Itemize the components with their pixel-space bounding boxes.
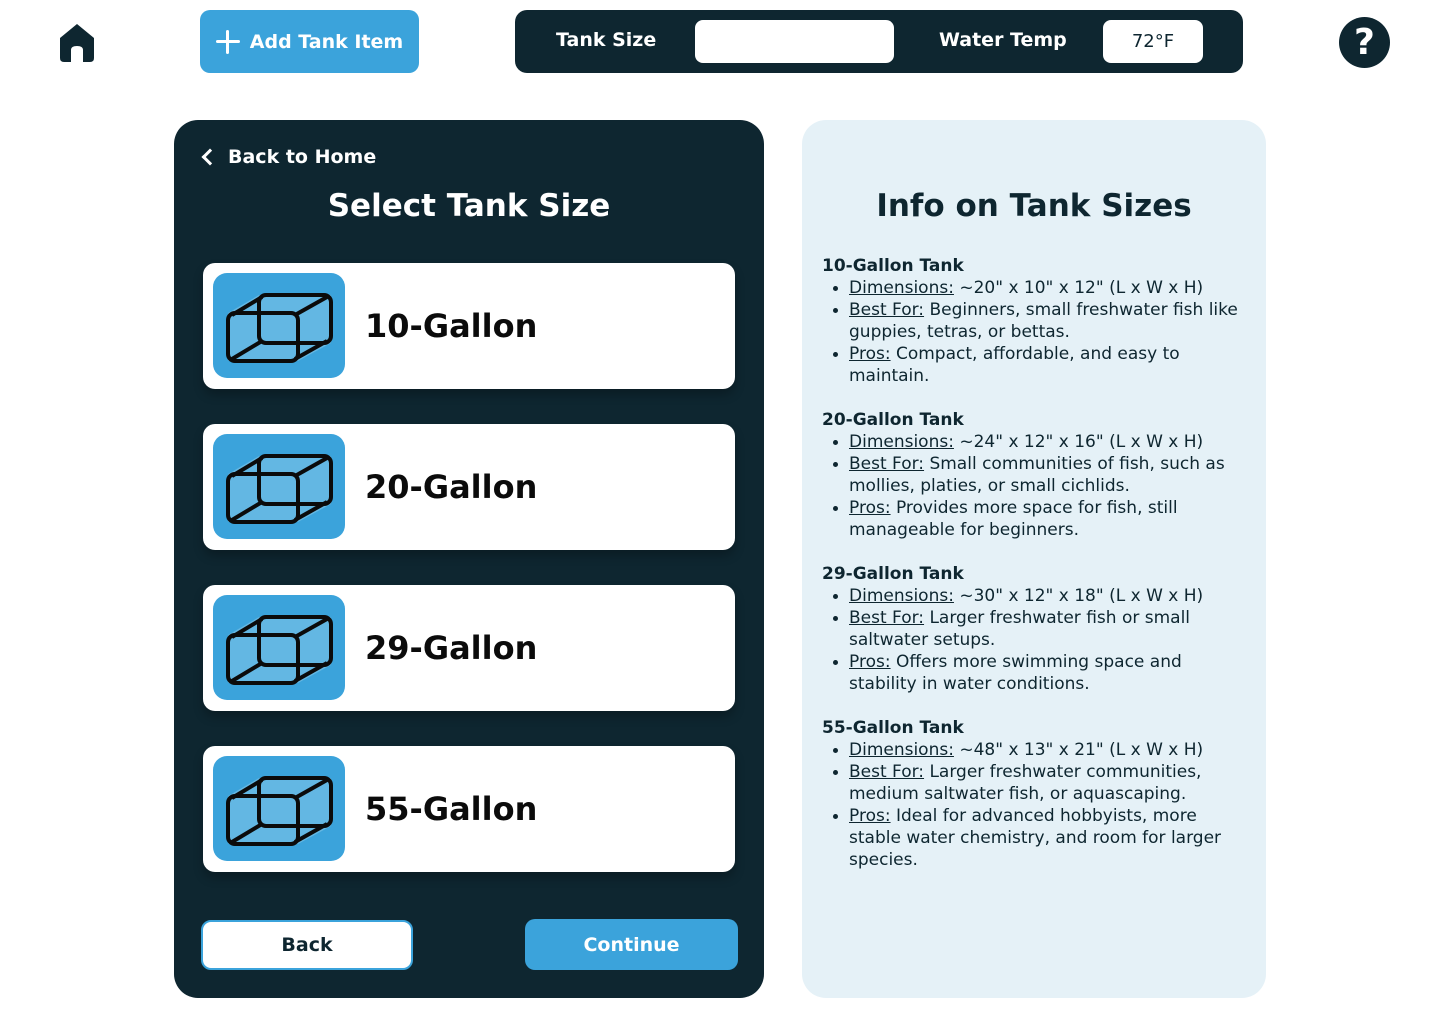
info-section-heading: 55-Gallon Tank [822,718,964,738]
help-button[interactable]: ? [1339,17,1390,68]
info-section-heading: 20-Gallon Tank [822,410,964,430]
panel-title: Select Tank Size [327,188,611,224]
home-button[interactable] [56,20,98,64]
add-tank-item-button[interactable]: Add Tank Item [200,10,419,73]
info-item: Best For: Larger freshwater fish or smal… [822,607,1252,651]
tank-size-label: Tank Size [556,29,657,51]
info-item: Best For: Small communities of fish, suc… [822,453,1252,497]
tank-option-10-gallon[interactable]: 10-Gallon [203,263,735,389]
water-temp-label: Water Temp [939,29,1067,51]
tank-icon [226,615,333,685]
tank-option-label: 29-Gallon [365,629,538,667]
tank-option-20-gallon[interactable]: 20-Gallon [203,424,735,550]
add-tank-item-label: Add Tank Item [249,30,404,53]
info-section-20-gallon: 20-Gallon Tank Dimensions: ~24" x 12" x … [822,409,1252,541]
info-item: Best For: Larger freshwater communities,… [822,761,1252,805]
info-section-heading: 10-Gallon Tank [822,256,964,276]
tank-params-bar: Tank Size Water Temp 72°F [515,10,1243,73]
info-item: Dimensions: ~24" x 12" x 16" (L x W x H) [822,431,1252,453]
tank-size-field[interactable] [695,20,894,63]
tank-option-29-gallon[interactable]: 29-Gallon [203,585,735,711]
plus-icon [215,29,240,54]
tank-info-panel: Info on Tank Sizes 10-Gallon Tank Dimens… [802,120,1266,998]
info-item: Dimensions: ~20" x 10" x 12" (L x W x H) [822,277,1252,299]
tank-icon-tile [213,273,345,378]
help-icon: ? [1354,22,1375,63]
tank-option-label: 10-Gallon [365,307,538,345]
back-to-home-label: Back to Home [228,146,377,168]
back-button[interactable]: Back [201,920,413,970]
continue-button[interactable]: Continue [525,919,738,970]
tank-icon [226,776,333,846]
tank-icon-tile [213,595,345,700]
info-item: Best For: Beginners, small freshwater fi… [822,299,1252,343]
info-title: Info on Tank Sizes [876,188,1192,224]
info-item: Pros: Provides more space for fish, stil… [822,497,1252,541]
select-tank-panel: Back to Home Select Tank Size 10-Gallon [174,120,764,998]
home-icon [60,24,94,62]
info-section-55-gallon: 55-Gallon Tank Dimensions: ~48" x 13" x … [822,717,1252,871]
tank-icon [226,454,333,524]
tank-option-label: 55-Gallon [365,790,538,828]
tank-icon-tile [213,434,345,539]
info-item: Dimensions: ~30" x 12" x 18" (L x W x H) [822,585,1252,607]
tank-icon [226,293,333,363]
info-item: Pros: Offers more swimming space and sta… [822,651,1252,695]
back-to-home-link[interactable]: Back to Home [198,146,376,168]
info-item: Dimensions: ~48" x 13" x 21" (L x W x H) [822,739,1252,761]
tank-icon-tile [213,756,345,861]
info-section-10-gallon: 10-Gallon Tank Dimensions: ~20" x 10" x … [822,255,1252,387]
info-item: Pros: Ideal for advanced hobbyists, more… [822,805,1252,871]
water-temp-field[interactable]: 72°F [1103,20,1203,63]
info-item: Pros: Compact, affordable, and easy to m… [822,343,1252,387]
tank-option-55-gallon[interactable]: 55-Gallon [203,746,735,872]
tank-option-label: 20-Gallon [365,468,538,506]
info-section-heading: 29-Gallon Tank [822,564,964,584]
info-section-29-gallon: 29-Gallon Tank Dimensions: ~30" x 12" x … [822,563,1252,695]
chevron-left-icon [201,148,219,166]
